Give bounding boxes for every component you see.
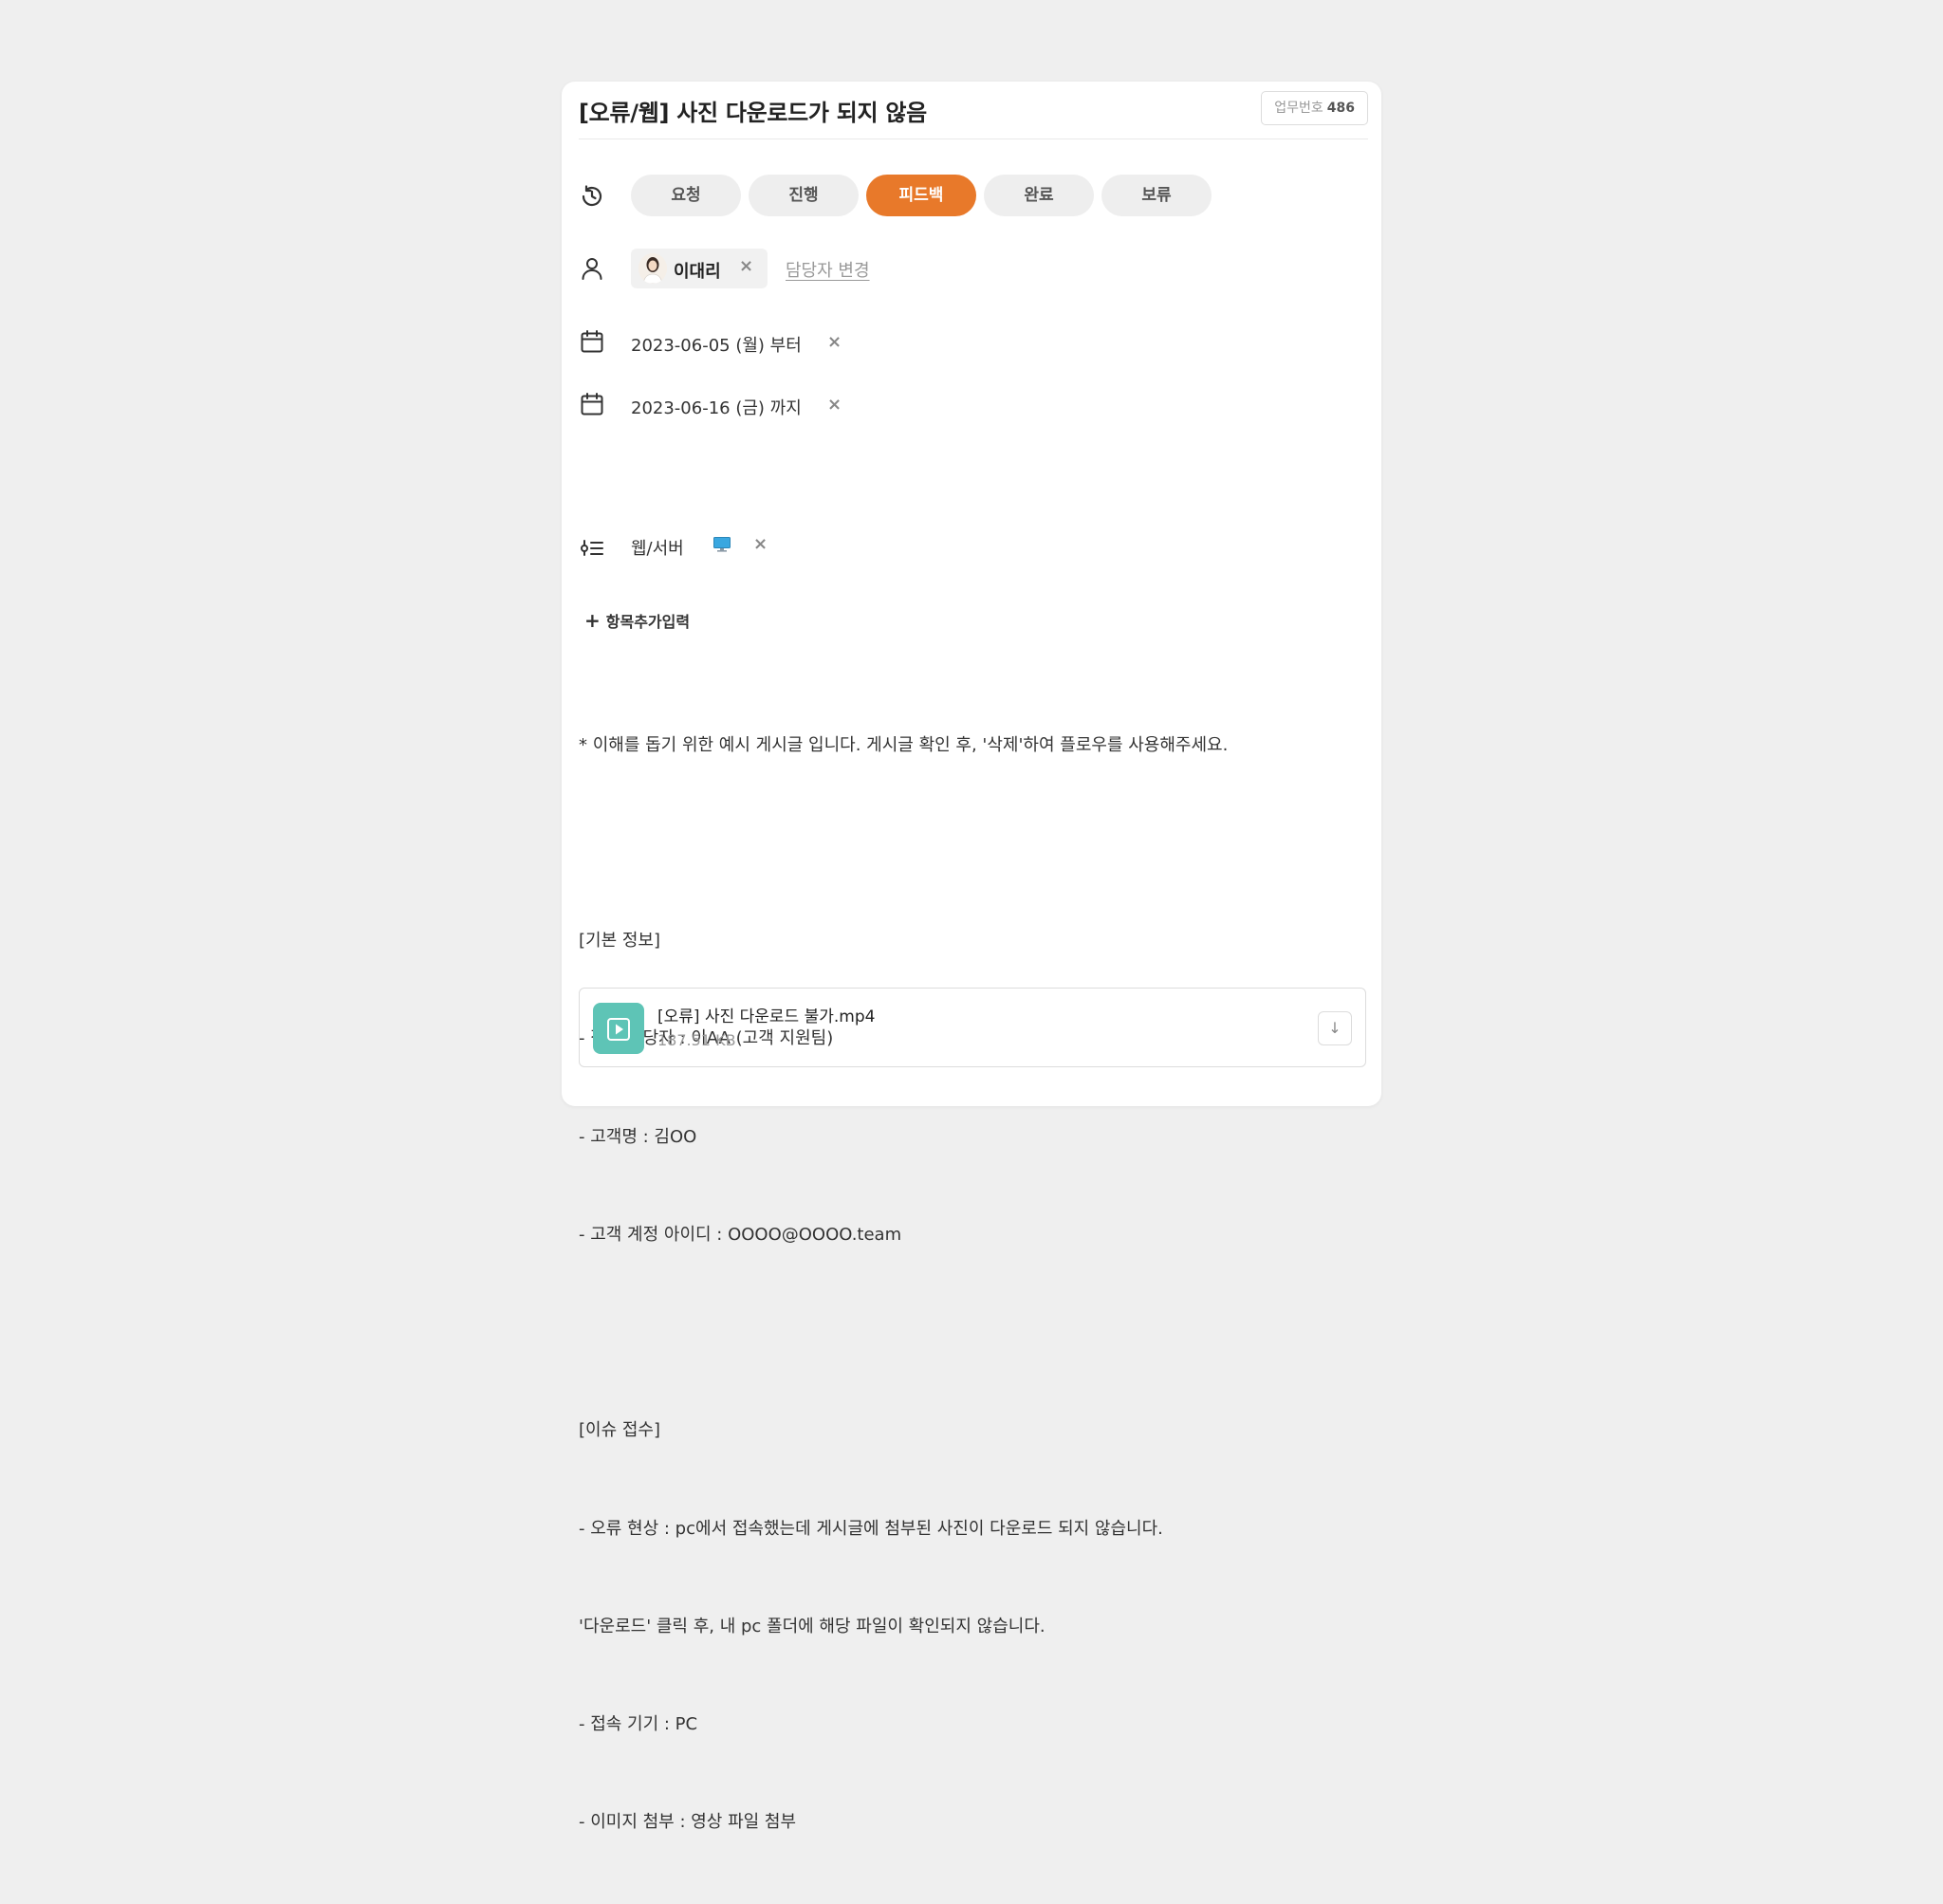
assignee-name: 이대리	[674, 262, 721, 282]
end-date-value[interactable]: 2023-06-16 (금) 까지	[631, 395, 802, 419]
assignee-avatar	[638, 253, 667, 284]
plus-icon: +	[584, 609, 601, 632]
body-line: - 고객명 : 김OO	[579, 1126, 697, 1147]
remove-category-icon[interactable]: ×	[753, 534, 768, 554]
task-title: [오류/웹] 사진 다운로드가 되지 않음	[579, 100, 927, 126]
task-header: [오류/웹] 사진 다운로드가 되지 않음 업무번호 486	[579, 82, 1368, 139]
task-card: [오류/웹] 사진 다운로드가 되지 않음 업무번호 486 요청 진행 피드백 …	[562, 82, 1381, 1832]
status-history-icon	[579, 183, 605, 210]
remove-start-date-icon[interactable]: ×	[827, 332, 842, 352]
task-number-label: 업무번호	[1274, 101, 1323, 116]
task-number-value: 486	[1326, 101, 1355, 116]
category-list-icon	[579, 533, 605, 560]
status-feedback-button[interactable]: 피드백	[866, 175, 976, 216]
assignee-chip: 이대리 ×	[631, 249, 768, 288]
start-date-value[interactable]: 2023-06-05 (월) 부터	[631, 332, 802, 357]
status-done-button[interactable]: 완료	[984, 175, 1094, 216]
body-line: * 이해를 돕기 위한 예시 게시글 입니다. 게시글 확인 후, '삭제'하여…	[579, 734, 1229, 755]
attachment-card[interactable]: [오류] 사진 다운로드 불가.mp4 187.51 KB ↓	[579, 988, 1366, 1067]
remove-end-date-icon[interactable]: ×	[827, 395, 842, 415]
body-line: - 접속 기기 : PC	[579, 1714, 698, 1734]
status-hold-button[interactable]: 보류	[1101, 175, 1212, 216]
calendar-icon	[579, 391, 605, 417]
body-line: - 고객 계정 아이디 : OOOO@OOOO.team	[579, 1224, 902, 1245]
status-progress-button[interactable]: 진행	[749, 175, 859, 216]
body-line	[579, 827, 1357, 860]
post-body: * 이해를 돕기 위한 예시 게시글 입니다. 게시글 확인 후, '삭제'하여…	[579, 664, 1357, 1904]
category-value[interactable]: 웹/서버	[631, 535, 684, 560]
attachment-name[interactable]: [오류] 사진 다운로드 불가.mp4	[657, 1003, 875, 1026]
person-icon	[579, 255, 605, 282]
calendar-icon	[579, 328, 605, 355]
video-file-icon	[593, 1003, 644, 1054]
body-line: [이슈 접수]	[579, 1420, 661, 1441]
task-number-badge: 업무번호 486	[1261, 91, 1368, 125]
status-request-button[interactable]: 요청	[631, 175, 741, 216]
body-line: - 이미지 첨부 : 영상 파일 첨부	[579, 1812, 797, 1833]
attachment-size: 187.51 KB	[657, 1031, 736, 1049]
body-line: [기본 정보]	[579, 931, 661, 952]
monitor-icon	[713, 537, 731, 552]
remove-assignee-icon[interactable]: ×	[739, 256, 753, 276]
body-line: '다운로드' 클릭 후, 내 pc 폴더에 해당 파일이 확인되지 않습니다.	[579, 1616, 1046, 1636]
download-icon[interactable]: ↓	[1318, 1011, 1352, 1045]
change-assignee-link[interactable]: 담당자 변경	[786, 257, 870, 282]
add-field-label: 항목추가입력	[605, 613, 691, 631]
body-line	[579, 1317, 1357, 1349]
body-line: - 오류 현상 : pc에서 접속했는데 게시글에 첨부된 사진이 다운로드 되…	[579, 1518, 1163, 1539]
add-field-button[interactable]: + 항목추가입력	[584, 609, 690, 632]
